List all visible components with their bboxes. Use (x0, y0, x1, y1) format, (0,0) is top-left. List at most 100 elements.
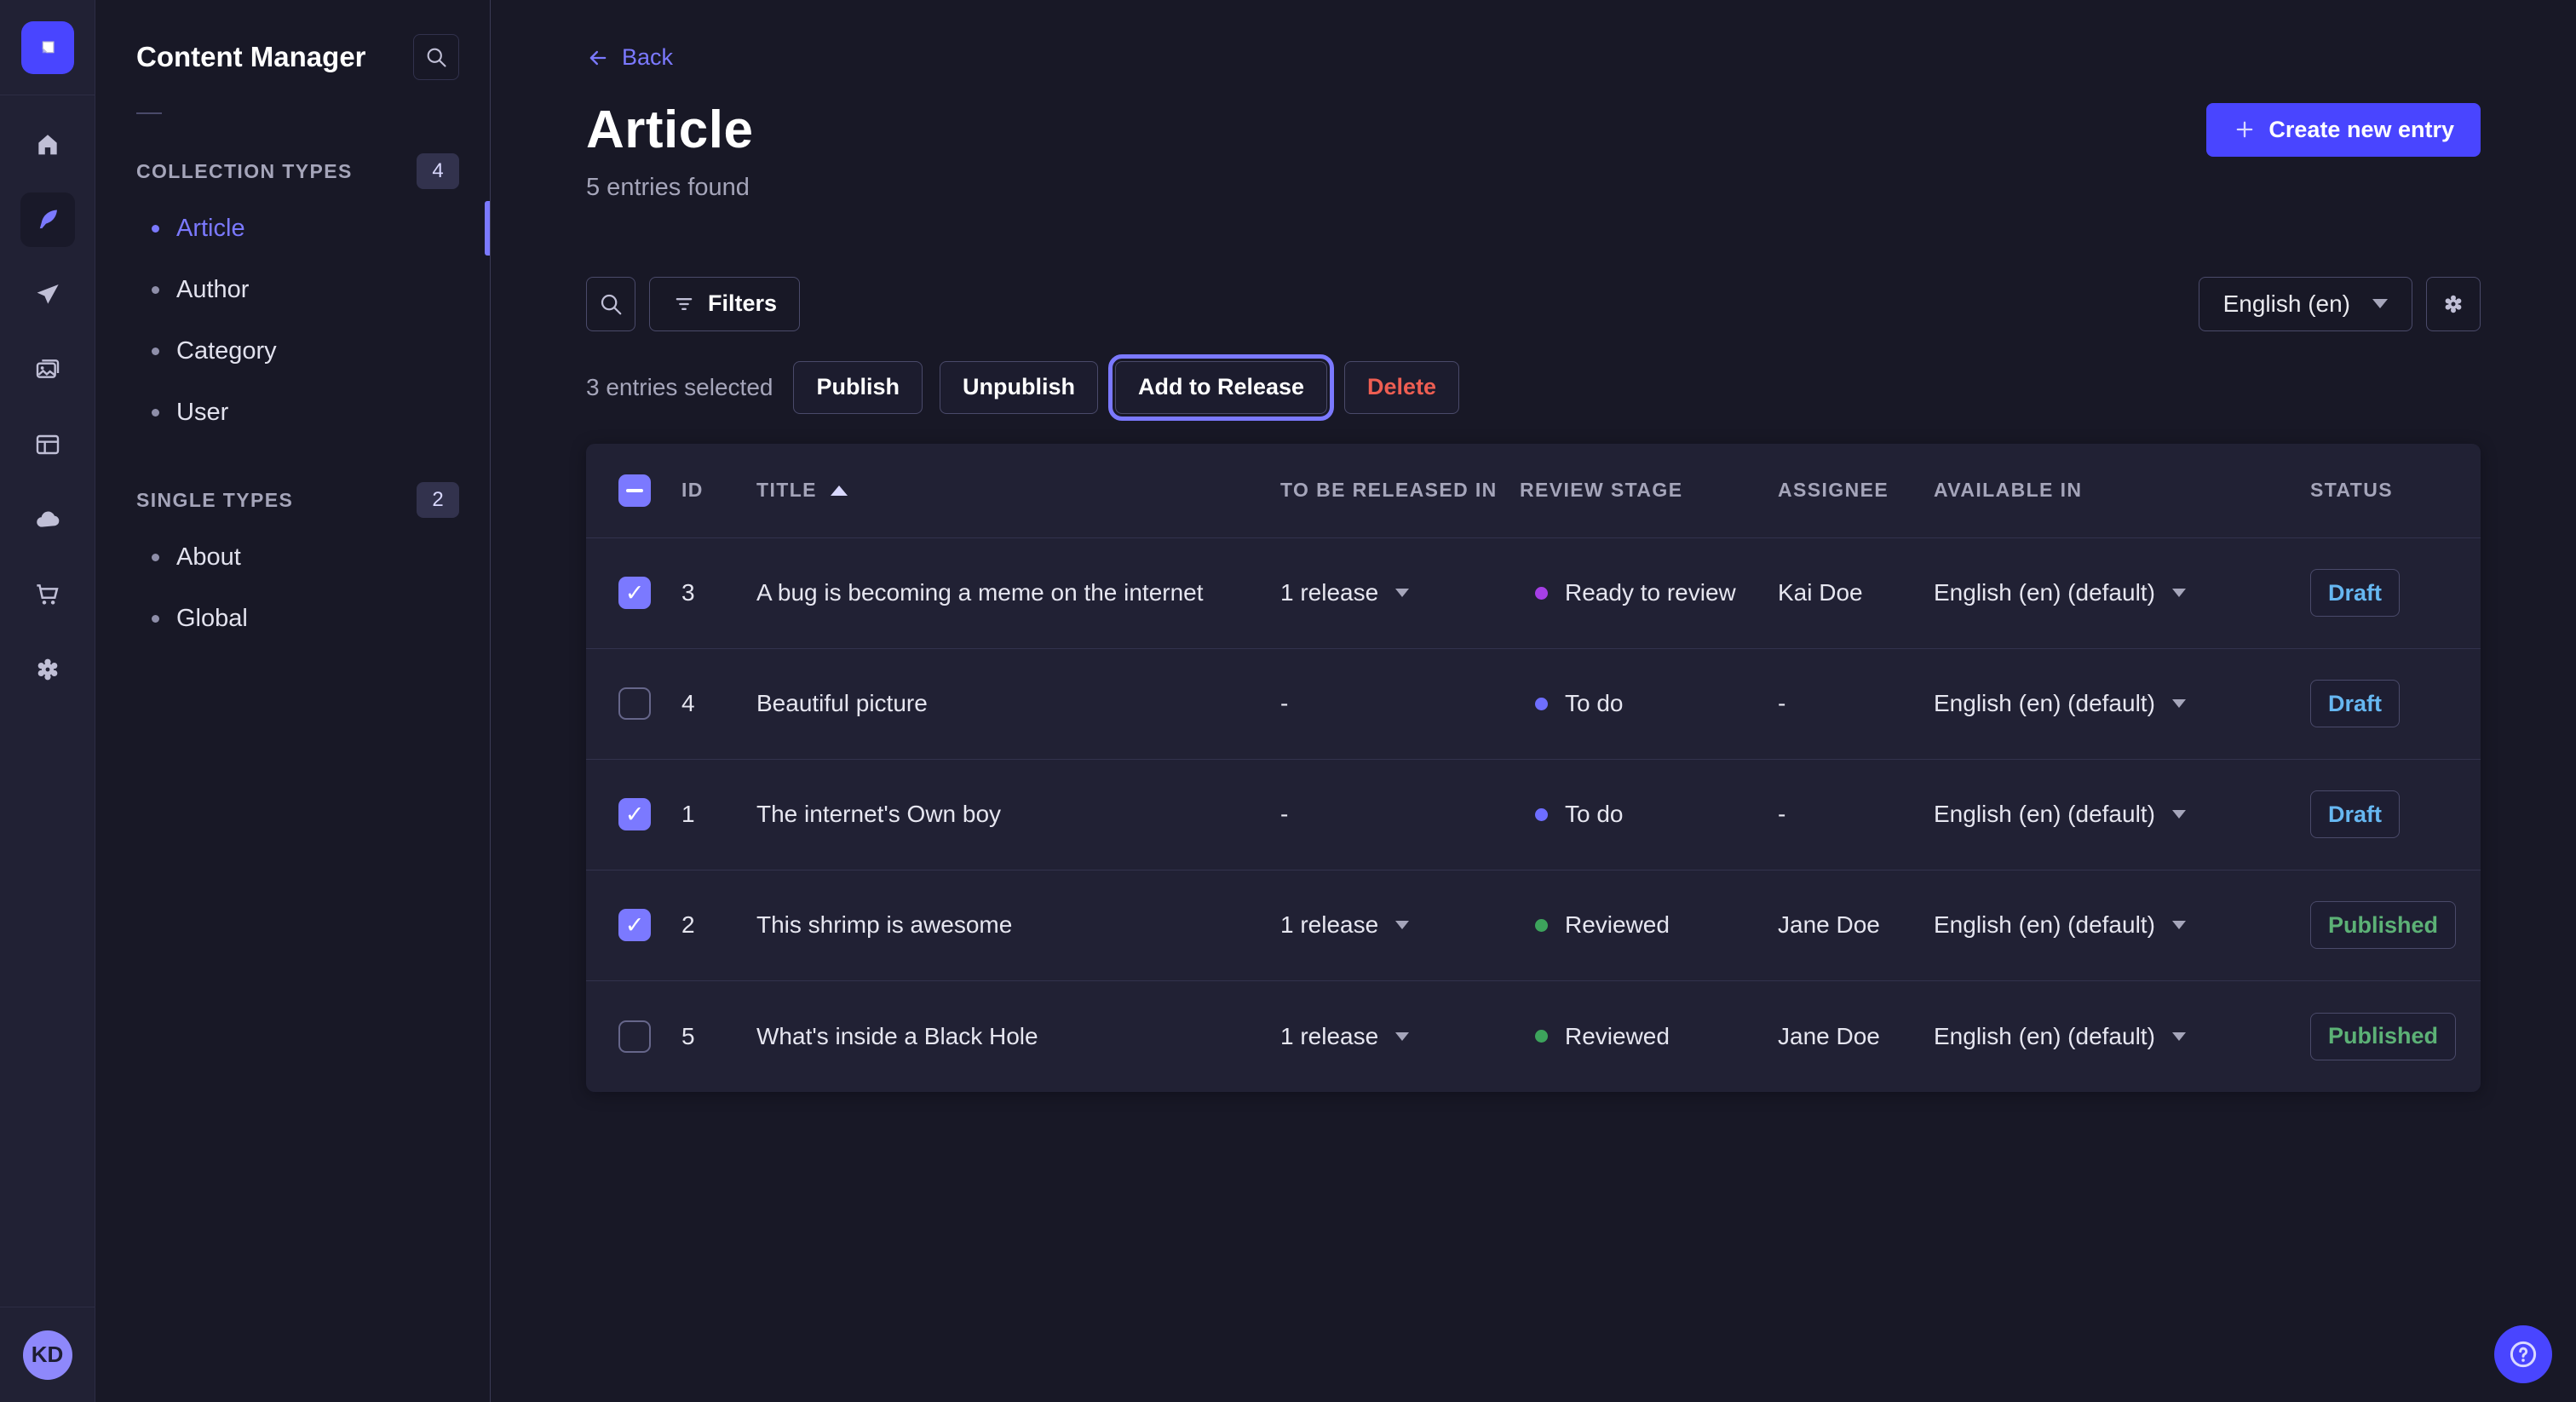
stage-dot-icon (1535, 919, 1548, 932)
row-release-dropdown: - (1280, 690, 1520, 717)
delete-button[interactable]: Delete (1344, 361, 1459, 414)
entries-table: ID TITLE TO BE RELEASED IN REVIEW STAGE … (586, 444, 2481, 1092)
row-assignee: Jane Doe (1778, 1023, 1934, 1050)
row-title: This shrimp is awesome (756, 911, 1280, 939)
chevron-down-icon (1395, 589, 1409, 597)
collection-types-label: COLLECTION TYPES (136, 160, 353, 183)
status-badge: Draft (2310, 680, 2400, 727)
single-types-list: About Global (95, 526, 490, 649)
send-icon[interactable] (20, 267, 75, 322)
publish-button[interactable]: Publish (793, 361, 923, 414)
row-assignee: - (1778, 801, 1934, 828)
search-icon (598, 291, 624, 317)
table-row[interactable]: 2 This shrimp is awesome 1 release Revie… (586, 871, 2481, 981)
table-row[interactable]: 4 Beautiful picture - To do - English (e… (586, 649, 2481, 760)
row-review-stage: To do (1520, 690, 1778, 717)
row-review-stage: To do (1520, 801, 1778, 828)
locale-select[interactable]: English (en) (2199, 277, 2412, 331)
chevron-down-icon (2372, 299, 2388, 308)
collection-types-list: Article Author Category User (95, 198, 490, 443)
row-release-dropdown[interactable]: 1 release (1280, 1023, 1520, 1050)
page-title: Article (586, 100, 753, 160)
settings-button[interactable] (2426, 277, 2481, 331)
column-header-to-be-released-in[interactable]: TO BE RELEASED IN (1280, 479, 1520, 502)
stage-dot-icon (1535, 587, 1548, 600)
table-row[interactable]: 5 What's inside a Black Hole 1 release R… (586, 981, 2481, 1092)
row-locale-dropdown[interactable]: English (en) (default) (1934, 801, 2310, 828)
row-review-stage: Ready to review (1520, 579, 1778, 606)
gear-icon[interactable] (20, 642, 75, 697)
sidebar-item-author[interactable]: Author (95, 259, 490, 320)
status-badge: Draft (2310, 790, 2400, 838)
row-checkbox[interactable] (618, 798, 651, 830)
select-all-checkbox[interactable] (618, 474, 651, 507)
add-to-release-button[interactable]: Add to Release (1115, 361, 1327, 414)
chevron-down-icon (2172, 810, 2186, 819)
row-checkbox[interactable] (618, 687, 651, 720)
strapi-logo-cell[interactable] (0, 0, 95, 95)
layout-icon[interactable] (20, 417, 75, 472)
bullet-icon (152, 348, 159, 355)
row-release-dropdown[interactable]: 1 release (1280, 911, 1520, 939)
table-header-row: ID TITLE TO BE RELEASED IN REVIEW STAGE … (586, 444, 2481, 538)
arrow-left-icon (586, 46, 610, 70)
row-checkbox[interactable] (618, 909, 651, 941)
column-header-assignee[interactable]: ASSIGNEE (1778, 479, 1934, 502)
row-review-stage: Reviewed (1520, 911, 1778, 939)
row-assignee: - (1778, 690, 1934, 717)
gear-icon (2441, 291, 2466, 317)
table-row[interactable]: 1 The internet's Own boy - To do - Engli… (586, 760, 2481, 871)
filters-button[interactable]: Filters (649, 277, 800, 331)
chevron-down-icon (2172, 921, 2186, 929)
row-checkbox[interactable] (618, 577, 651, 609)
row-locale-dropdown[interactable]: English (en) (default) (1934, 690, 2310, 717)
chevron-down-icon (2172, 699, 2186, 708)
feather-icon[interactable] (20, 192, 75, 247)
row-id: 1 (681, 801, 756, 828)
back-link[interactable]: Back (586, 44, 673, 71)
search-button[interactable] (586, 277, 635, 331)
user-avatar[interactable]: KD (23, 1330, 72, 1380)
sidebar-item-user[interactable]: User (95, 382, 490, 443)
column-header-available-in[interactable]: AVAILABLE IN (1934, 479, 2310, 502)
bulk-action-bar: 3 entries selected Publish Unpublish Add… (586, 353, 2481, 422)
cart-icon[interactable] (20, 567, 75, 622)
bullet-icon (152, 225, 159, 233)
row-title: What's inside a Black Hole (756, 1023, 1280, 1050)
column-header-review-stage[interactable]: REVIEW STAGE (1520, 479, 1778, 502)
row-locale-dropdown[interactable]: English (en) (default) (1934, 911, 2310, 939)
row-locale-dropdown[interactable]: English (en) (default) (1934, 1023, 2310, 1050)
cloud-icon[interactable] (20, 492, 75, 547)
table-row[interactable]: 3 A bug is becoming a meme on the intern… (586, 538, 2481, 649)
bullet-icon (152, 615, 159, 623)
sidebar-item-category[interactable]: Category (95, 320, 490, 382)
bullet-icon (152, 554, 159, 561)
column-header-status[interactable]: STATUS (2310, 479, 2481, 502)
bullet-icon (152, 286, 159, 294)
create-new-entry-button[interactable]: Create new entry (2206, 103, 2481, 157)
subnav-divider (136, 112, 162, 114)
sidebar-item-global[interactable]: Global (95, 588, 490, 649)
question-mark-icon (2507, 1338, 2539, 1370)
chevron-down-icon (2172, 589, 2186, 597)
chevron-down-icon (2172, 1032, 2186, 1041)
help-button[interactable] (2494, 1325, 2552, 1383)
media-icon[interactable] (20, 342, 75, 397)
row-locale-dropdown[interactable]: English (en) (default) (1934, 579, 2310, 606)
column-header-title[interactable]: TITLE (756, 479, 1280, 502)
main-nav-rail: KD (0, 0, 95, 1402)
row-release-dropdown[interactable]: 1 release (1280, 579, 1520, 606)
sidebar-item-about[interactable]: About (95, 526, 490, 588)
single-types-label: SINGLE TYPES (136, 489, 293, 512)
column-header-id[interactable]: ID (681, 479, 756, 502)
content-manager-subnav: Content Manager COLLECTION TYPES 4 Artic… (95, 0, 491, 1402)
row-checkbox[interactable] (618, 1020, 651, 1053)
home-icon[interactable] (20, 118, 75, 172)
collection-types-count-badge: 4 (417, 153, 459, 189)
unpublish-button[interactable]: Unpublish (940, 361, 1098, 414)
subnav-search-button[interactable] (413, 34, 459, 80)
sidebar-item-article[interactable]: Article (95, 198, 490, 259)
search-icon (424, 45, 448, 69)
stage-dot-icon (1535, 1030, 1548, 1043)
row-id: 2 (681, 911, 756, 939)
